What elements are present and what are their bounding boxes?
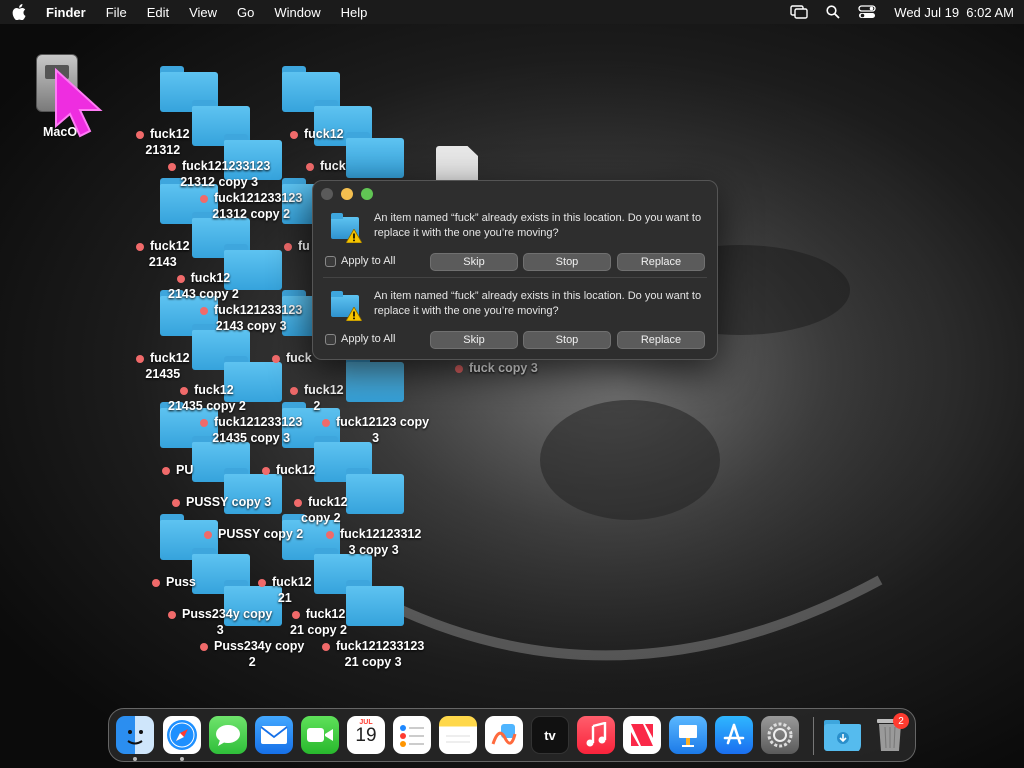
menubar-clock[interactable]: Wed Jul 19 6:02 AM (894, 5, 1014, 20)
menu-help[interactable]: Help (341, 5, 368, 20)
music-icon[interactable] (577, 716, 615, 754)
desktop-item-label[interactable]: Puss234y copy 3 (168, 606, 272, 638)
menu-go[interactable]: Go (237, 5, 254, 20)
desktop-item-label[interactable]: fuck121233123 21435 copy 3 (200, 414, 302, 446)
dock-separator (813, 717, 814, 755)
file-conflict-dialog: An item named “fuck” already exists in t… (312, 180, 718, 360)
menu-view[interactable]: View (189, 5, 217, 20)
desktop-item-label[interactable]: fuck121233123 2143 copy 3 (200, 302, 302, 334)
running-indicator (133, 757, 137, 761)
desktop-item-label[interactable]: fuck121233123 21 copy 3 (322, 638, 424, 670)
spotlight-search-icon[interactable] (826, 5, 840, 19)
apply-to-all-checkbox[interactable]: Apply to All (325, 333, 395, 345)
settings-icon[interactable] (761, 716, 799, 754)
close-window-button[interactable] (321, 188, 333, 200)
dialog-divider (323, 277, 707, 278)
news-icon[interactable] (623, 716, 661, 754)
folder-icon[interactable] (346, 132, 404, 178)
screen-mirroring-icon[interactable] (790, 5, 808, 19)
running-indicator (180, 757, 184, 761)
appletv-icon[interactable]: tv (531, 716, 569, 754)
skip-button[interactable]: Skip (430, 331, 518, 349)
checkbox-box[interactable] (325, 255, 336, 267)
desktop-item-label[interactable]: PUSSY copy 2 (204, 526, 303, 542)
window-controls (321, 188, 373, 200)
menu-edit[interactable]: Edit (147, 5, 169, 20)
settings-notification-badge: 2 (893, 713, 909, 729)
skip-button[interactable]: Skip (430, 253, 518, 271)
desktop-item-label[interactable]: fuck12 21435 copy 2 (168, 382, 246, 414)
finder-icon[interactable] (116, 716, 154, 754)
stop-button[interactable]: Stop (523, 253, 611, 271)
appletv-label: tv (544, 727, 556, 743)
dock: JUL 19 tv 2 (108, 708, 916, 762)
messages-icon[interactable] (209, 716, 247, 754)
appstore-icon[interactable] (715, 716, 753, 754)
reminders-icon[interactable] (393, 716, 431, 754)
desktop-item-label[interactable]: Puss (152, 574, 196, 590)
downloads-folder-icon[interactable] (823, 716, 861, 754)
conflict-message: An item named “fuck” already exists in t… (374, 290, 702, 317)
folder-warning-icon (331, 291, 362, 321)
desktop-item-label[interactable]: PUSSY copy 3 (172, 494, 271, 510)
checkbox-box[interactable] (325, 333, 336, 345)
conflict-row-2: An item named “fuck” already exists in t… (313, 285, 717, 365)
desktop-item-label[interactable]: Puss234y copy 2 (200, 638, 304, 670)
safari-icon[interactable] (163, 716, 201, 754)
apply-to-all-label: Apply to All (341, 255, 396, 267)
desktop-item-label[interactable]: fuck121233123 21312 copy 2 (200, 190, 302, 222)
desktop: MacO fuck12 21312 fuck12 fuck121233123 213… (0, 0, 1024, 768)
apply-to-all-label: Apply to All (341, 333, 396, 345)
conflict-row-1: An item named “fuck” already exists in t… (313, 207, 717, 287)
desktop-item-label[interactable]: fuck12 (262, 462, 316, 478)
control-center-icon[interactable] (858, 5, 876, 19)
desktop-item-label[interactable]: fuck12 21312 (136, 126, 190, 158)
desktop-item-label[interactable]: fuck12 21435 (136, 350, 190, 382)
menu-file[interactable]: File (106, 5, 127, 20)
replace-button[interactable]: Replace (617, 253, 705, 271)
calendar-icon[interactable]: JUL 19 (347, 716, 385, 754)
stop-button[interactable]: Stop (523, 331, 611, 349)
menu-bar: Finder File Edit View Go Window Help Wed… (0, 0, 1024, 24)
facetime-icon[interactable] (301, 716, 339, 754)
conflict-message: An item named “fuck” already exists in t… (374, 212, 702, 239)
desktop-item-label[interactable]: fuck (272, 350, 312, 366)
calendar-day: 19 (355, 725, 377, 746)
folder-warning-icon (331, 213, 362, 243)
desktop-item-label[interactable]: fuck12123312 3 copy 3 (326, 526, 421, 558)
mouse-pointer-icon (55, 68, 103, 138)
keynote-icon[interactable] (669, 716, 707, 754)
replace-button[interactable]: Replace (617, 331, 705, 349)
desktop-item-label[interactable]: fuck12123 copy 3 (322, 414, 429, 446)
desktop-item-label[interactable]: fuck (306, 158, 346, 174)
desktop-item-label[interactable]: fuck12 (290, 126, 344, 142)
desktop-item-label[interactable]: fuck12 2143 (136, 238, 190, 270)
desktop-item-label[interactable]: fuck12 21 copy 2 (290, 606, 347, 638)
desktop-item-label[interactable]: fuck12 copy 2 (294, 494, 348, 526)
desktop-item-label[interactable]: fuck121233123 21312 copy 3 (168, 158, 270, 190)
desktop-item-label[interactable]: fuck12 2 (290, 382, 344, 414)
notes-icon[interactable] (439, 716, 477, 754)
folder-icon[interactable] (346, 468, 404, 514)
desktop-item-label[interactable]: fuck12 21 (258, 574, 312, 606)
menu-window[interactable]: Window (274, 5, 320, 20)
desktop-item-label[interactable]: fuck12 2143 copy 2 (168, 270, 239, 302)
zoom-window-button[interactable] (361, 188, 373, 200)
desktop-item-label[interactable]: PU (162, 462, 193, 478)
mail-icon[interactable] (255, 716, 293, 754)
menu-app-finder[interactable]: Finder (46, 5, 86, 20)
apple-menu-icon[interactable] (10, 3, 28, 21)
desktop-item-label[interactable]: fu (284, 238, 310, 254)
apply-to-all-checkbox[interactable]: Apply to All (325, 255, 395, 267)
folder-icon[interactable] (346, 580, 404, 626)
freeform-icon[interactable] (485, 716, 523, 754)
minimize-window-button[interactable] (341, 188, 353, 200)
